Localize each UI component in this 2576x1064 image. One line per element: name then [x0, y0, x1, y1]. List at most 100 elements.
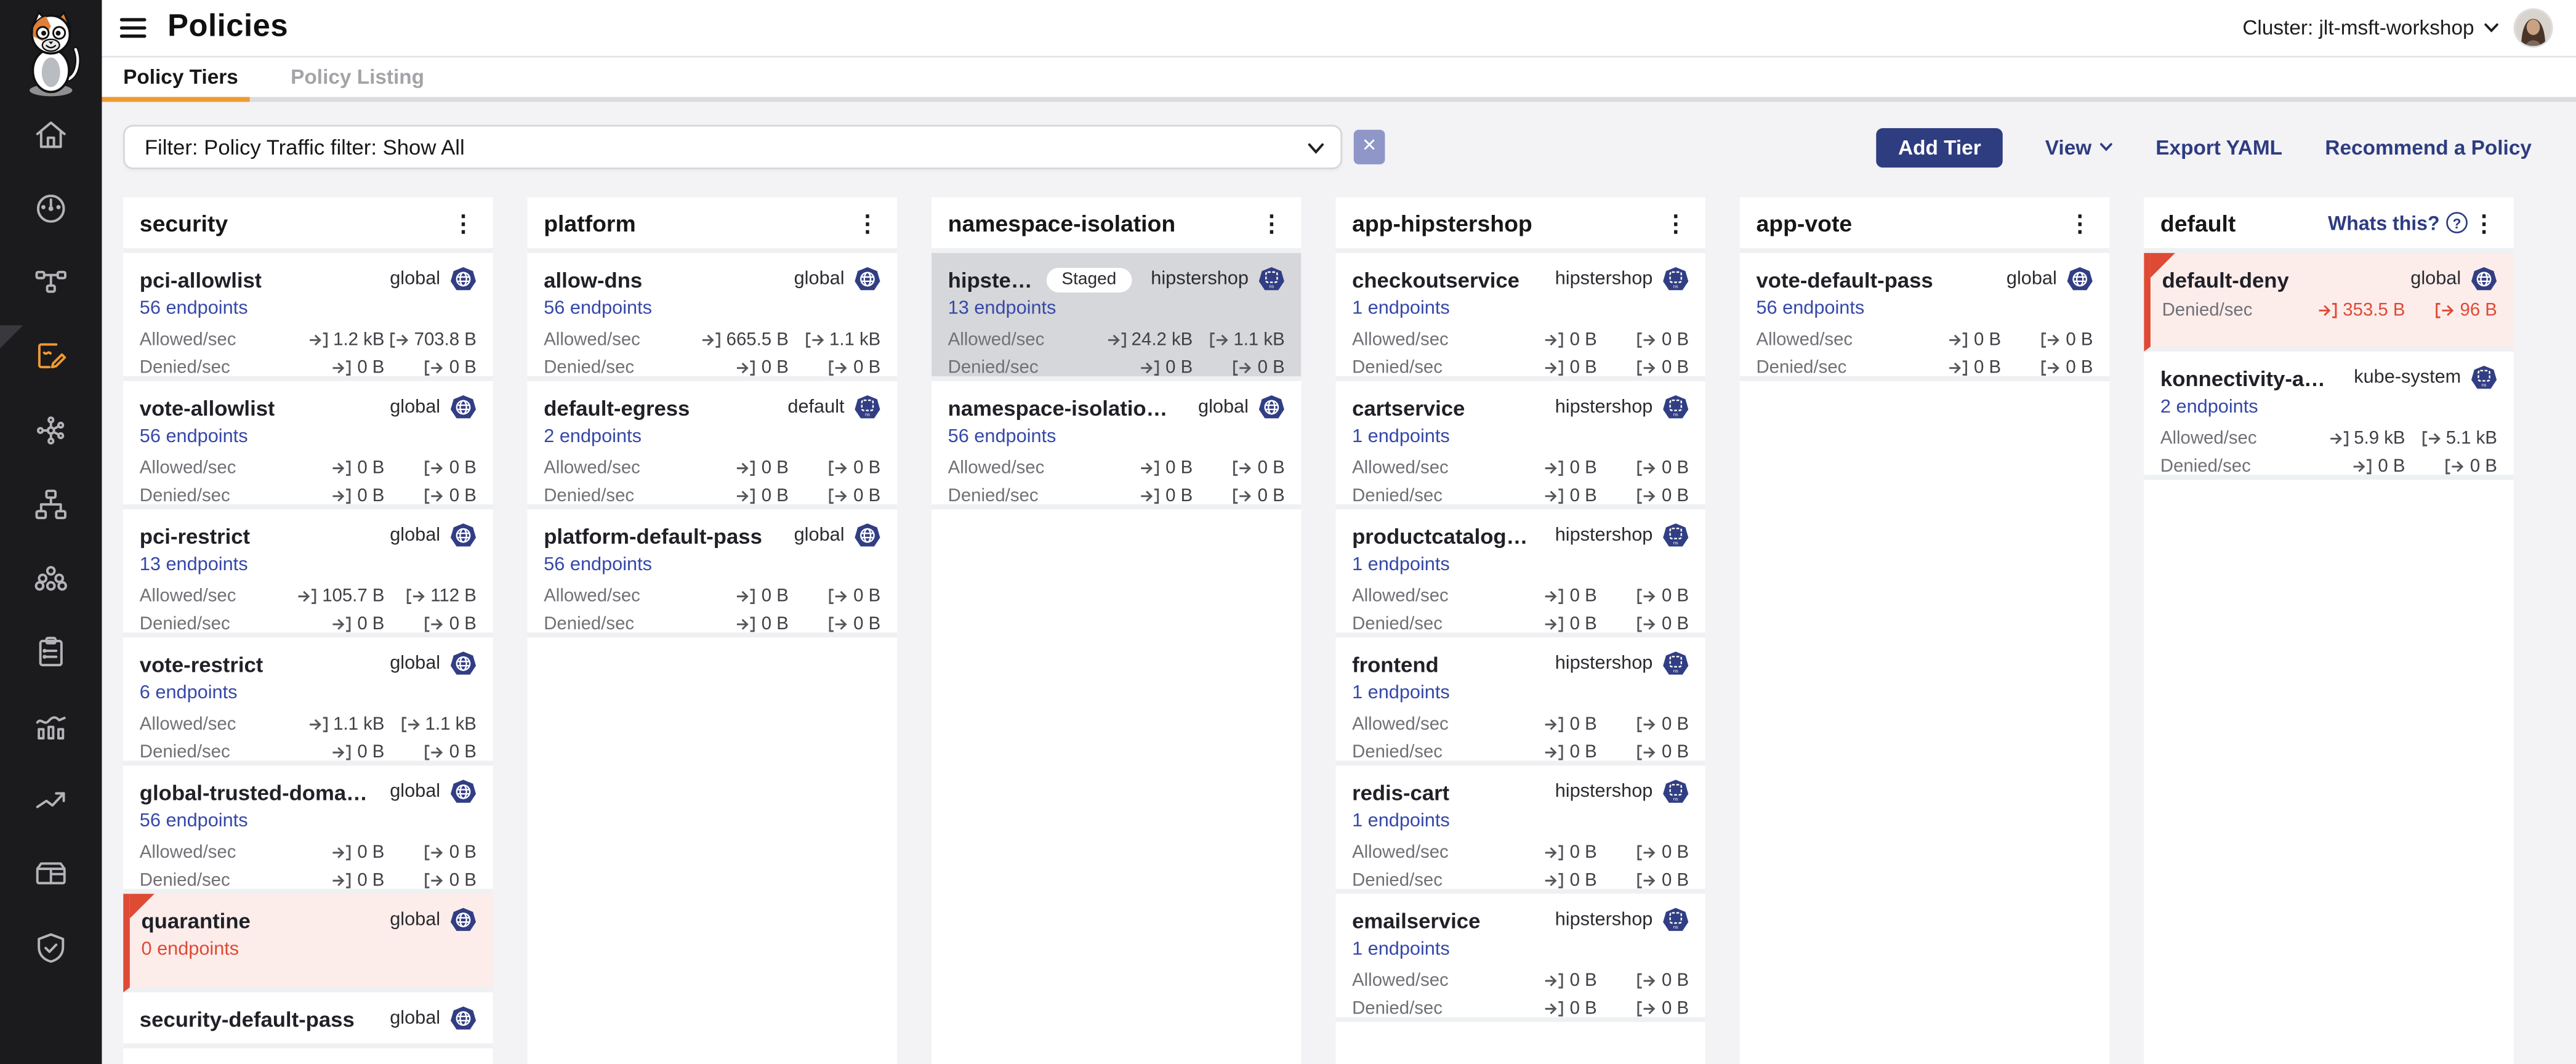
- policy-card-header: hipstershop-gh…Stagedhipstershopns: [948, 266, 1285, 292]
- policy-card[interactable]: checkoutservicehipstershopns1 endpointsA…: [1335, 253, 1705, 381]
- endpoints-link[interactable]: 56 endpoints: [140, 299, 248, 319]
- metric-values: 0 B0 B: [1089, 358, 1285, 378]
- policy-card[interactable]: default-denyglobalDenied/sec353.5 B96 B: [2144, 253, 2513, 352]
- menu-icon[interactable]: [120, 18, 147, 38]
- policy-card[interactable]: vote-allowlistglobal56 endpointsAllowed/…: [123, 381, 493, 509]
- endpoints-link[interactable]: 1 endpoints: [1352, 683, 1450, 703]
- endpoints-link[interactable]: 2 endpoints: [544, 427, 642, 447]
- globe-icon: [450, 907, 477, 933]
- export-yaml-button[interactable]: Export YAML: [2155, 135, 2282, 158]
- svg-text:ns: ns: [1673, 924, 1678, 930]
- policy-filter-dropdown[interactable]: Filter: Policy Traffic filter: Show All: [123, 125, 1342, 169]
- endpoints-link[interactable]: 56 endpoints: [140, 812, 248, 831]
- endpoints-link[interactable]: 56 endpoints: [544, 555, 652, 575]
- endpoints-link[interactable]: 1 endpoints: [1352, 299, 1450, 319]
- endpoints-link[interactable]: 13 endpoints: [948, 299, 1057, 319]
- tier-menu-button[interactable]: ⋮: [851, 211, 883, 234]
- sidebar-item-traffic-stats[interactable]: [0, 693, 102, 767]
- user-avatar[interactable]: [2514, 8, 2553, 47]
- policy-card-header: vote-restrictglobal: [140, 651, 477, 677]
- metric-label: Denied/sec: [1352, 743, 1443, 762]
- sidebar-item-inventory-box[interactable]: [0, 841, 102, 915]
- policy-card[interactable]: pci-restrictglobal13 endpointsAllowed/se…: [123, 509, 493, 637]
- tier-menu-button[interactable]: ⋮: [1659, 211, 1692, 234]
- policy-scope-label: global: [390, 654, 440, 674]
- sitemap-icon: [33, 486, 69, 531]
- policy-card[interactable]: default-egressdefaultns2 endpointsAllowe…: [528, 381, 897, 509]
- policy-card[interactable]: allow-dnsglobal56 endpointsAllowed/sec66…: [528, 253, 897, 381]
- policy-card[interactable]: vote-restrictglobal6 endpointsAllowed/se…: [123, 637, 493, 765]
- policy-card-header: redis-carthipstershopns: [1352, 779, 1689, 805]
- policy-card[interactable]: vote-default-passglobal56 endpointsAllow…: [1740, 253, 2109, 381]
- endpoints-link[interactable]: 2 endpoints: [2160, 398, 2258, 417]
- view-dropdown[interactable]: View: [2045, 135, 2113, 158]
- sidebar-item-home[interactable]: [0, 102, 102, 175]
- metric-label: Allowed/sec: [1352, 458, 1449, 478]
- endpoints-link[interactable]: 56 endpoints: [1756, 299, 1864, 319]
- sidebar-item-policies[interactable]: [0, 324, 102, 398]
- policy-card[interactable]: redis-carthipstershopns 1 endpoints Allowe…: [1335, 765, 1705, 893]
- tab-policy-listing[interactable]: Policy Listing: [291, 66, 424, 89]
- sidebar-item-dashboard-gauge[interactable]: [0, 176, 102, 250]
- egress-icon: [1637, 588, 1657, 605]
- sidebar-item-shield-check[interactable]: [0, 915, 102, 989]
- ingress-icon: [1141, 488, 1161, 505]
- policy-name: emailservice: [1352, 908, 1480, 932]
- policy-card[interactable]: security-default-passglobal: [123, 993, 493, 1049]
- endpoints-link[interactable]: 56 endpoints: [544, 299, 652, 319]
- policy-scope-label: global: [2006, 270, 2057, 289]
- metric-ingress-value: 0 B: [1494, 715, 1597, 735]
- tier-menu-button[interactable]: ⋮: [447, 211, 480, 234]
- sidebar-item-trend[interactable]: [0, 767, 102, 841]
- policy-card[interactable]: global-trusted-domainsglobal56 endpoints…: [123, 765, 493, 893]
- endpoints-link[interactable]: 0 endpoints: [141, 940, 239, 959]
- policy-card[interactable]: cartservicehipstershopns 1 endpoints Allow…: [1335, 381, 1705, 509]
- policy-scope-label: global: [794, 270, 845, 289]
- endpoints-link[interactable]: 1 endpoints: [1352, 812, 1450, 831]
- endpoints-link[interactable]: 1 endpoints: [1352, 555, 1450, 575]
- sidebar-item-sitemap[interactable]: [0, 472, 102, 546]
- policy-scope-label: global: [794, 526, 845, 546]
- endpoints-link[interactable]: 1 endpoints: [1352, 427, 1450, 447]
- policy-card[interactable]: productcatalogservicehipstershopns1 endp…: [1335, 509, 1705, 637]
- tier-menu-button[interactable]: ⋮: [2063, 211, 2096, 234]
- metric-egress-value: 96 B: [2405, 300, 2497, 320]
- tier-header: namespace-isolation⋮: [932, 197, 1301, 253]
- policy-name: productcatalogservice: [1352, 523, 1536, 548]
- policy-card[interactable]: pci-allowlistglobal56 endpointsAllowed/s…: [123, 253, 493, 381]
- endpoints-link[interactable]: 1 endpoints: [1352, 940, 1450, 959]
- policy-card[interactable]: frontendhipstershopns1 endpointsAllowed/…: [1335, 637, 1705, 765]
- policy-name: security-default-pass: [140, 1006, 355, 1031]
- tier-menu-button[interactable]: ⋮: [1255, 211, 1288, 234]
- recommend-policy-button[interactable]: Recommend a Policy: [2325, 135, 2532, 158]
- metric-row: Allowed/sec0 B0 B: [1352, 843, 1689, 863]
- policy-card[interactable]: konnectivity-agentkube-systemns2 endpoin…: [2144, 352, 2513, 480]
- sidebar-item-network-nodes[interactable]: [0, 398, 102, 472]
- whats-this-link[interactable]: Whats this??: [2328, 211, 2468, 234]
- endpoints-link[interactable]: 56 endpoints: [140, 427, 248, 447]
- sidebar-item-workloads[interactable]: [0, 546, 102, 619]
- ingress-icon: [332, 488, 352, 505]
- endpoints-link[interactable]: 6 endpoints: [140, 683, 238, 703]
- metric-values: 0 B0 B: [1089, 458, 1285, 478]
- sidebar-item-service-graph[interactable]: [0, 250, 102, 324]
- metric-egress-value: 0 B: [2001, 358, 2093, 378]
- metric-value-text: 0 B: [1258, 486, 1285, 506]
- policy-card[interactable]: hipstershop-gh…Stagedhipstershopns 13 end…: [932, 253, 1301, 381]
- clear-filter-button[interactable]: ✕: [1354, 130, 1385, 164]
- policy-name: global-trusted-domains: [140, 780, 370, 804]
- policy-scope-label: hipstershop: [1555, 270, 1653, 289]
- egress-icon: [1637, 460, 1657, 477]
- policy-card[interactable]: emailservicehipstershopns1 endpointsAllo…: [1335, 894, 1705, 1022]
- tab-policy-tiers[interactable]: Policy Tiers: [123, 66, 238, 89]
- cluster-selector[interactable]: Cluster: jlt-msft-workshop: [2242, 17, 2498, 39]
- endpoints-link[interactable]: 56 endpoints: [948, 427, 1057, 447]
- policy-card-header: cartservicehipstershopns: [1352, 394, 1689, 421]
- policy-card[interactable]: quarantineglobal0 endpoints: [123, 894, 493, 993]
- add-tier-button[interactable]: Add Tier: [1877, 127, 2002, 167]
- policy-card[interactable]: namespace-isolation-default-p…global56 e…: [932, 381, 1301, 509]
- endpoints-link[interactable]: 13 endpoints: [140, 555, 248, 575]
- sidebar-item-compliance-report[interactable]: [0, 619, 102, 693]
- tier-menu-button[interactable]: ⋮: [2468, 211, 2500, 234]
- policy-card[interactable]: platform-default-passglobal56 endpointsA…: [528, 509, 897, 637]
